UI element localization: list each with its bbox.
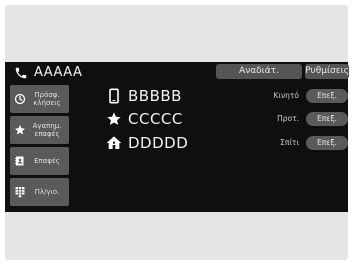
number-row[interactable]: DDDDD Σπίτι Επεξ. (5, 133, 348, 153)
number-type: Σπίτι (280, 138, 299, 147)
number-name: BBBBB (128, 87, 182, 105)
edit-button[interactable]: Επεξ. (306, 136, 348, 150)
edit-button[interactable]: Επεξ. (306, 112, 348, 126)
contacts-book-icon (15, 156, 24, 166)
phone-handset-icon (15, 67, 27, 79)
settings-button[interactable]: Ρυθμίσεις (305, 64, 349, 79)
number-type: Κινητό (273, 91, 299, 100)
header-bar: AAAAA Αναδιάτ. Ρυθμίσεις (5, 62, 349, 84)
number-name: DDDDD (128, 134, 189, 152)
redial-button[interactable]: Αναδιάτ. (216, 64, 302, 79)
star-icon (107, 112, 121, 125)
number-type: Προτ. (277, 114, 299, 123)
phone-screen: AAAAA Αναδιάτ. Ρυθμίσεις Πρόσφ. κλήσεις … (5, 62, 349, 212)
edit-button[interactable]: Επεξ. (306, 89, 348, 103)
sidebar-item-label: Επαφές (34, 157, 60, 165)
keypad-icon (15, 187, 25, 198)
mobile-phone-icon (109, 88, 119, 104)
number-name: CCCCC (128, 110, 183, 128)
sidebar-item-label: Πλ/γιο. (34, 188, 60, 196)
number-row[interactable]: CCCCC Προτ. Επεξ. (5, 109, 348, 129)
contact-name: AAAAA (34, 65, 83, 80)
home-icon (106, 136, 122, 149)
number-row[interactable]: BBBBB Κινητό Επεξ. (5, 86, 348, 106)
sidebar-item-keypad[interactable]: Πλ/γιο. (10, 178, 69, 206)
